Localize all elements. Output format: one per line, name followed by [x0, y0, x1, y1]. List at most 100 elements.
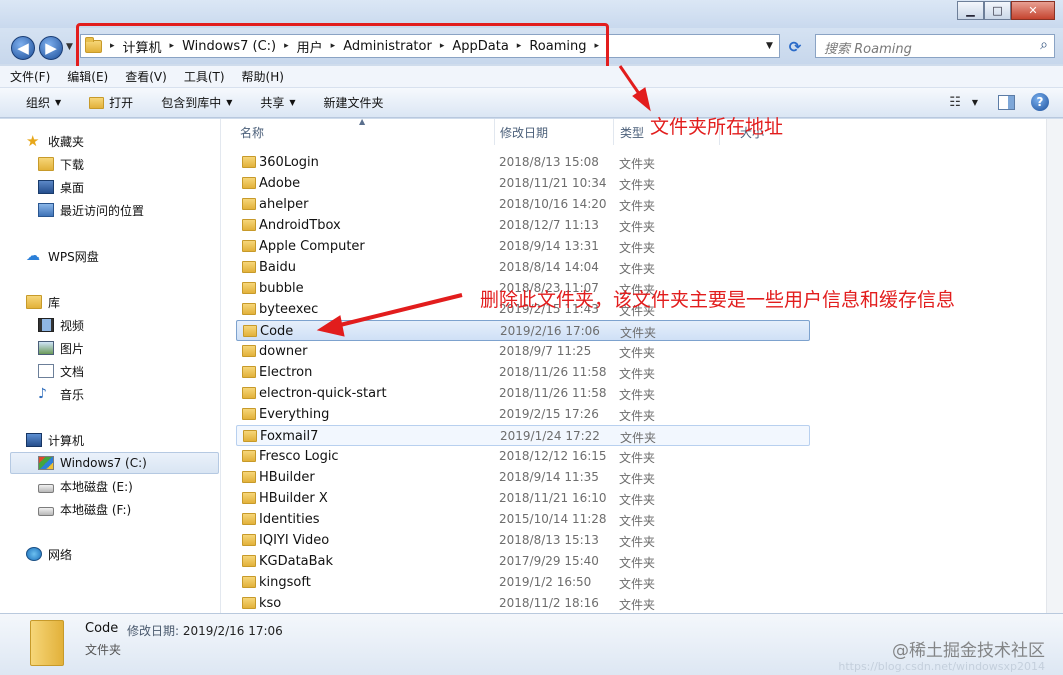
- sidebar-item-favorites[interactable]: ★ 收藏夹: [26, 131, 84, 151]
- help-icon[interactable]: ?: [1031, 93, 1049, 111]
- menu-view[interactable]: 查看(V): [125, 68, 167, 85]
- sidebar-item-computer[interactable]: 计算机: [26, 430, 84, 450]
- folder-icon: [242, 513, 256, 525]
- preview-pane-icon[interactable]: [998, 94, 1015, 110]
- file-name: HBuilder: [259, 470, 315, 485]
- open-folder-icon: [89, 96, 105, 109]
- file-date: 2018/9/14 13:31: [499, 239, 599, 253]
- address-dropdown-icon[interactable]: ▼: [766, 41, 773, 51]
- file-row[interactable]: Code 2019/2/16 17:06 文件夹: [236, 320, 810, 341]
- file-row[interactable]: Baidu 2018/8/14 14:04 文件夹: [236, 257, 810, 278]
- folder-icon: [242, 198, 256, 210]
- file-row[interactable]: Apple Computer 2018/9/14 13:31 文件夹: [236, 236, 810, 257]
- column-divider[interactable]: [613, 119, 614, 145]
- folder-icon: [242, 303, 256, 315]
- sidebar-item-documents[interactable]: 文档: [38, 361, 84, 381]
- search-input[interactable]: 搜索 Roaming ⌕: [815, 34, 1055, 58]
- address-annotation: 文件夹所在地址: [650, 116, 784, 138]
- network-icon: [26, 547, 42, 561]
- view-options-icon[interactable]: ☷: [949, 95, 961, 110]
- system-drive-icon: [38, 456, 54, 470]
- file-row[interactable]: HBuilder X 2018/11/21 16:10 文件夹: [236, 488, 810, 509]
- delete-annotation: 删除此文件夹，该文件夹主要是一些用户信息和缓存信息: [480, 289, 956, 311]
- maximize-button[interactable]: □: [984, 1, 1011, 20]
- menu-tools[interactable]: 工具(T): [184, 68, 225, 85]
- file-row[interactable]: Everything 2019/2/15 17:26 文件夹: [236, 404, 810, 425]
- search-icon[interactable]: ⌕: [1040, 37, 1048, 53]
- cloud-icon: ☁: [26, 248, 40, 264]
- history-dropdown-icon[interactable]: ▼: [66, 42, 73, 52]
- close-button[interactable]: ✕: [1011, 1, 1055, 20]
- file-row[interactable]: 360Login 2018/8/13 15:08 文件夹: [236, 152, 810, 173]
- open-button[interactable]: 打开: [89, 94, 133, 111]
- sidebar-item-label: Windows7 (C:): [60, 456, 147, 470]
- sidebar-item-drive-f[interactable]: 本地磁盘 (F:): [38, 499, 131, 519]
- file-row[interactable]: Electron 2018/11/26 11:58 文件夹: [236, 362, 810, 383]
- file-row[interactable]: kso 2018/11/2 18:16 文件夹: [236, 593, 810, 614]
- file-date: 2019/1/24 17:22: [500, 429, 600, 443]
- column-header-date[interactable]: 修改日期: [500, 119, 548, 145]
- share-button[interactable]: 共享 ▼: [260, 94, 295, 111]
- file-row[interactable]: ahelper 2018/10/16 14:20 文件夹: [236, 194, 810, 215]
- sidebar-item-drive-e[interactable]: 本地磁盘 (E:): [38, 476, 133, 496]
- video-icon: [38, 318, 54, 332]
- sidebar-item-libraries[interactable]: 库: [26, 292, 60, 312]
- file-type: 文件夹: [619, 199, 656, 213]
- refresh-icon[interactable]: ⟳: [786, 38, 804, 56]
- sidebar-item-drive-c[interactable]: Windows7 (C:): [38, 453, 147, 473]
- sidebar-item-network[interactable]: 网络: [26, 544, 72, 564]
- folder-icon: [242, 534, 256, 546]
- recent-places-icon: [38, 203, 54, 217]
- sidebar-item-music[interactable]: ♪ 音乐: [38, 384, 84, 404]
- menu-edit[interactable]: 编辑(E): [67, 68, 108, 85]
- sidebar-item-recent[interactable]: 最近访问的位置: [38, 200, 144, 220]
- sidebar-item-label: 收藏夹: [48, 134, 85, 149]
- folder-icon: [242, 282, 256, 294]
- file-name: electron-quick-start: [259, 386, 387, 401]
- organize-button[interactable]: 组织 ▼: [26, 94, 61, 111]
- sidebar-item-wps[interactable]: ☁ WPS网盘: [26, 246, 99, 266]
- minimize-button[interactable]: ▁: [957, 1, 984, 20]
- file-date: 2018/12/12 16:15: [499, 449, 607, 463]
- file-row[interactable]: electron-quick-start 2018/11/26 11:58 文件夹: [236, 383, 810, 404]
- column-header-name[interactable]: 名称: [240, 119, 264, 145]
- file-row[interactable]: downer 2018/9/7 11:25 文件夹: [236, 341, 810, 362]
- file-row[interactable]: AndroidTbox 2018/12/7 11:13 文件夹: [236, 215, 810, 236]
- file-date: 2018/12/7 11:13: [499, 218, 599, 232]
- file-name: Apple Computer: [259, 239, 365, 254]
- forward-button[interactable]: ▶: [39, 36, 63, 60]
- back-button[interactable]: ◀: [11, 36, 35, 60]
- folder-icon: [242, 366, 256, 378]
- file-type: 文件夹: [619, 388, 656, 402]
- file-date: 2015/10/14 11:28: [499, 512, 607, 526]
- file-row[interactable]: kingsoft 2019/1/2 16:50 文件夹: [236, 572, 810, 593]
- new-folder-button[interactable]: 新建文件夹: [324, 94, 384, 111]
- column-divider[interactable]: [494, 119, 495, 145]
- file-name: bubble: [259, 281, 304, 296]
- menu-help[interactable]: 帮助(H): [242, 68, 284, 85]
- hard-drive-icon: [38, 483, 54, 493]
- sidebar-item-downloads[interactable]: 下载: [38, 154, 84, 174]
- file-row[interactable]: KGDataBak 2017/9/29 15:40 文件夹: [236, 551, 810, 572]
- sidebar-item-pictures[interactable]: 图片: [38, 338, 84, 358]
- file-type: 文件夹: [619, 577, 656, 591]
- file-name: kingsoft: [259, 575, 311, 590]
- sidebar-item-videos[interactable]: 视频: [38, 315, 84, 335]
- column-header-type[interactable]: 类型: [620, 119, 644, 145]
- file-type: 文件夹: [619, 220, 656, 234]
- sidebar-item-desktop[interactable]: 桌面: [38, 177, 84, 197]
- file-row[interactable]: IQIYI Video 2018/8/13 15:13 文件夹: [236, 530, 810, 551]
- view-dropdown-icon[interactable]: ▼: [972, 98, 978, 107]
- file-row[interactable]: Identities 2015/10/14 11:28 文件夹: [236, 509, 810, 530]
- file-row[interactable]: HBuilder 2018/9/14 11:35 文件夹: [236, 467, 810, 488]
- file-row[interactable]: Foxmail7 2019/1/24 17:22 文件夹: [236, 425, 810, 446]
- include-in-library-button[interactable]: 包含到库中 ▼: [161, 94, 232, 111]
- open-label: 打开: [109, 96, 134, 110]
- document-icon: [38, 364, 54, 378]
- file-type: 文件夹: [620, 326, 657, 340]
- menu-file[interactable]: 文件(F): [10, 68, 50, 85]
- file-row[interactable]: Adobe 2018/11/21 10:34 文件夹: [236, 173, 810, 194]
- vertical-scrollbar[interactable]: [1046, 119, 1063, 613]
- folder-icon: [242, 345, 256, 357]
- file-row[interactable]: Fresco Logic 2018/12/12 16:15 文件夹: [236, 446, 810, 467]
